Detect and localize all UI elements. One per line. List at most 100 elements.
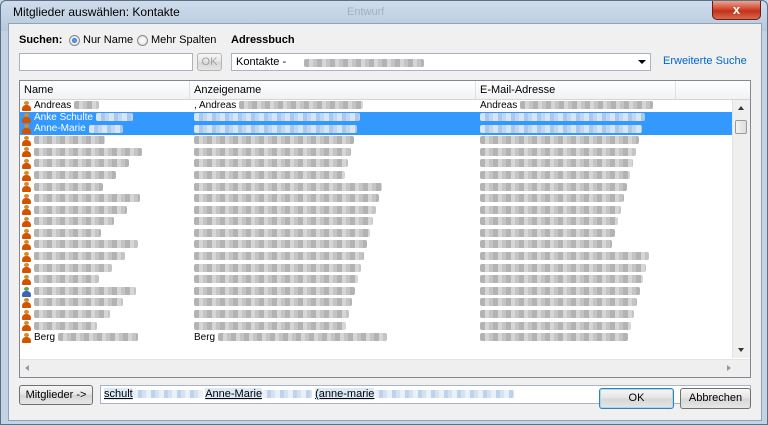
redacted-text [194,170,345,179]
search-input[interactable] [19,53,193,71]
redacted-text [194,252,364,261]
radio-more-columns[interactable] [137,35,148,46]
redacted-text [194,263,361,272]
table-row[interactable] [20,239,732,251]
chevron-down-icon [638,60,646,64]
column-header-display-name[interactable]: Anzeigename [190,81,476,99]
table-row[interactable] [20,309,732,321]
redacted-text [480,136,639,145]
cell-name: Andreas [34,100,188,112]
cell-email [480,216,730,228]
cell-email [480,262,730,274]
cell-display [194,320,474,332]
redacted-text [480,228,615,237]
members-button[interactable]: Mitglieder -> [19,385,93,405]
cell-email [480,123,730,135]
cell-name [34,309,188,321]
cancel-button[interactable]: Abbrechen [680,388,751,409]
scroll-left-icon[interactable] [25,365,29,371]
redacted-text [480,321,631,330]
scroll-up-icon[interactable] [738,106,744,110]
cell-display: Berg [194,332,474,344]
redacted-text [239,101,364,110]
table-row[interactable]: Andreas , Andreas Andreas [20,100,732,112]
cell-display [194,251,474,263]
scroll-thumb[interactable] [735,120,747,134]
redacted-text [34,136,105,145]
vertical-scrollbar[interactable] [732,100,750,358]
redacted-text [34,182,103,191]
contacts-list[interactable]: Name Anzeigename E-Mail-Adresse Andreas,… [19,80,751,378]
radio-more-columns-label[interactable]: Mehr Spalten [151,34,216,46]
search-ok-button[interactable]: OK [197,53,222,71]
contact-icon [22,205,31,216]
table-row[interactable] [20,274,732,286]
cell-name: Anke Schulte [34,112,188,124]
redacted-text [480,159,633,168]
table-row[interactable] [20,216,732,228]
redacted-text [34,286,136,295]
table-row[interactable] [20,158,732,170]
table-row[interactable] [20,228,732,240]
cell-email [480,170,730,182]
table-row[interactable] [20,146,732,158]
redacted-member-1 [132,390,203,399]
table-row[interactable]: Berg Berg [20,332,732,344]
table-row[interactable] [20,320,732,332]
cell-name [34,170,188,182]
table-row[interactable] [20,204,732,216]
cell-display [194,274,474,286]
contact-icon [22,147,31,158]
cell-display [194,309,474,321]
table-row[interactable] [20,181,732,193]
radio-name-only[interactable] [69,35,80,46]
table-row[interactable] [20,297,732,309]
radio-name-only-label[interactable]: Nur Name [83,34,133,46]
redacted-text [34,298,123,307]
table-row[interactable] [20,170,732,182]
address-book-label: Adressbuch [231,34,295,46]
contact-icon [22,251,31,262]
cell-name [34,239,188,251]
contact-icon [22,321,31,332]
redacted-text [480,240,612,249]
close-button[interactable]: x [712,1,761,20]
address-book-value: Kontakte - [236,56,287,68]
title-bar[interactable]: Mitglieder auswählen: Kontakte Entwurf x [1,1,767,23]
advanced-search-link[interactable]: Erweiterte Suche [663,55,747,67]
table-row[interactable]: Anne-Marie [20,123,732,135]
redacted-text [480,217,618,226]
contact-icon [22,309,31,320]
cell-email [480,146,730,158]
table-row[interactable] [20,135,732,147]
scroll-right-icon[interactable] [727,365,731,371]
scroll-down-icon[interactable] [738,348,744,352]
cell-email [480,181,730,193]
column-header-name[interactable]: Name [20,81,190,99]
redacted-text [218,333,388,342]
contact-icon [22,228,31,239]
table-row[interactable] [20,286,732,298]
redacted-text [88,124,123,133]
table-row[interactable] [20,251,732,263]
cell-display [194,239,474,251]
address-book-select[interactable]: Kontakte - [231,53,651,71]
cell-email [480,297,730,309]
table-row[interactable] [20,193,732,205]
table-row[interactable]: Anke Schulte [20,111,732,124]
ok-button[interactable]: OK [599,388,674,409]
cell-email [480,332,730,344]
cell-display [194,216,474,228]
redacted-text [480,147,636,156]
table-row[interactable] [20,262,732,274]
horizontal-scrollbar[interactable] [20,359,750,377]
cell-display [194,170,474,182]
contact-icon [22,274,31,285]
column-header-email[interactable]: E-Mail-Adresse [476,81,676,99]
group-icon [22,286,31,297]
redacted-text [480,205,621,214]
redacted-text [194,124,357,133]
redacted-text [480,263,646,272]
cell-email [480,193,730,205]
window-title: Mitglieder auswählen: Kontakte [13,5,180,19]
